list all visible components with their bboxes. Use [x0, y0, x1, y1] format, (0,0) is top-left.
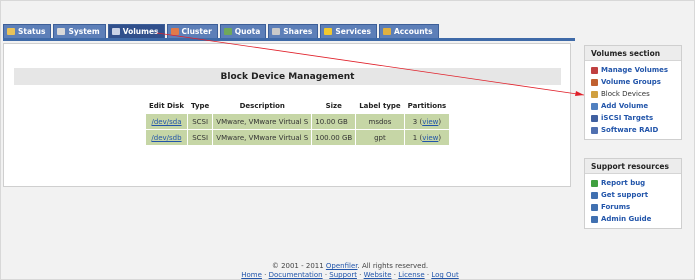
arrow-line — [156, 32, 585, 96]
annotation-arrow — [156, 32, 585, 96]
arrow-head — [575, 91, 584, 96]
